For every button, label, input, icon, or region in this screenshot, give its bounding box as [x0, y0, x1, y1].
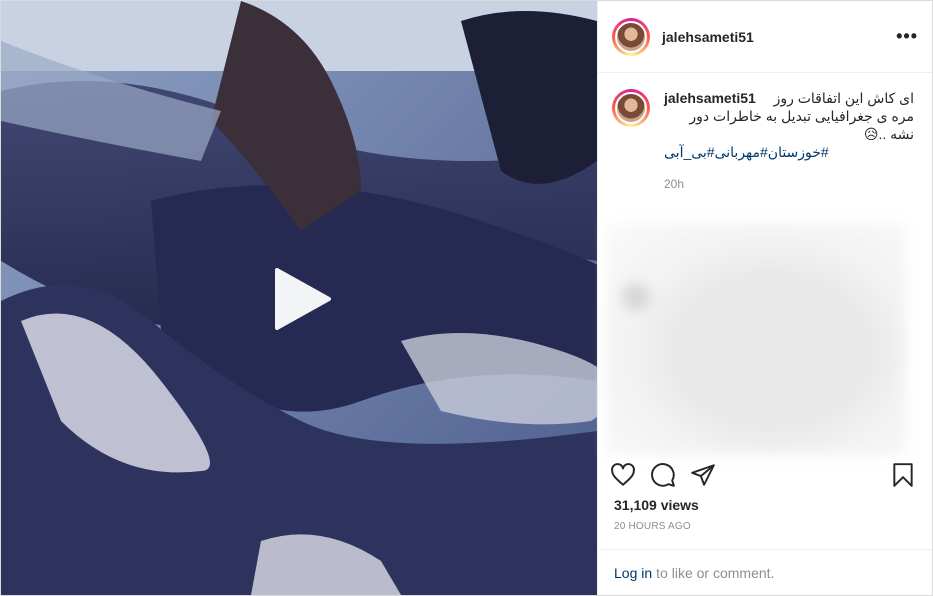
login-prompt: Log in to like or comment. — [598, 549, 932, 596]
login-suffix: to like or comment. — [656, 565, 775, 581]
action-bar — [598, 457, 932, 493]
share-icon[interactable] — [690, 462, 716, 488]
post-timestamp[interactable]: 20 HOURS AGO — [614, 521, 691, 532]
view-count[interactable]: 31,109 views — [614, 497, 699, 513]
story-ring[interactable] — [612, 17, 650, 56]
video-player[interactable] — [1, 1, 597, 595]
caption: jalehsameti51 ای کاش این اتفاقات روز مره… — [598, 73, 932, 193]
header-username[interactable]: jalehsameti51 — [662, 29, 754, 45]
play-button[interactable] — [264, 263, 336, 335]
comment-icon[interactable] — [650, 462, 676, 488]
caption-avatar[interactable] — [615, 92, 647, 124]
caption-hashtags[interactable]: #خوزستان#مهربانی#بی_آبی — [664, 143, 914, 161]
blurred-comment-image — [606, 223, 906, 455]
blurred-avatar — [622, 283, 650, 311]
caption-story-ring[interactable] — [612, 89, 650, 127]
post-header: jalehsameti51 ••• — [598, 1, 932, 73]
bookmark-icon[interactable] — [890, 462, 916, 488]
caption-body: jalehsameti51 ای کاش این اتفاقات روز مره… — [664, 89, 914, 193]
caption-time-ago[interactable]: 20h — [664, 175, 914, 193]
post-side-panel: jalehsameti51 ••• jalehsameti51 ای کاش ا… — [597, 1, 932, 595]
heart-icon[interactable] — [610, 462, 636, 488]
more-options-icon[interactable]: ••• — [896, 26, 918, 47]
caption-username[interactable]: jalehsameti51 — [664, 89, 756, 107]
login-link[interactable]: Log in — [614, 565, 652, 581]
play-icon — [275, 268, 331, 330]
instagram-post: jalehsameti51 ••• jalehsameti51 ای کاش ا… — [0, 0, 933, 596]
avatar[interactable] — [615, 20, 647, 53]
